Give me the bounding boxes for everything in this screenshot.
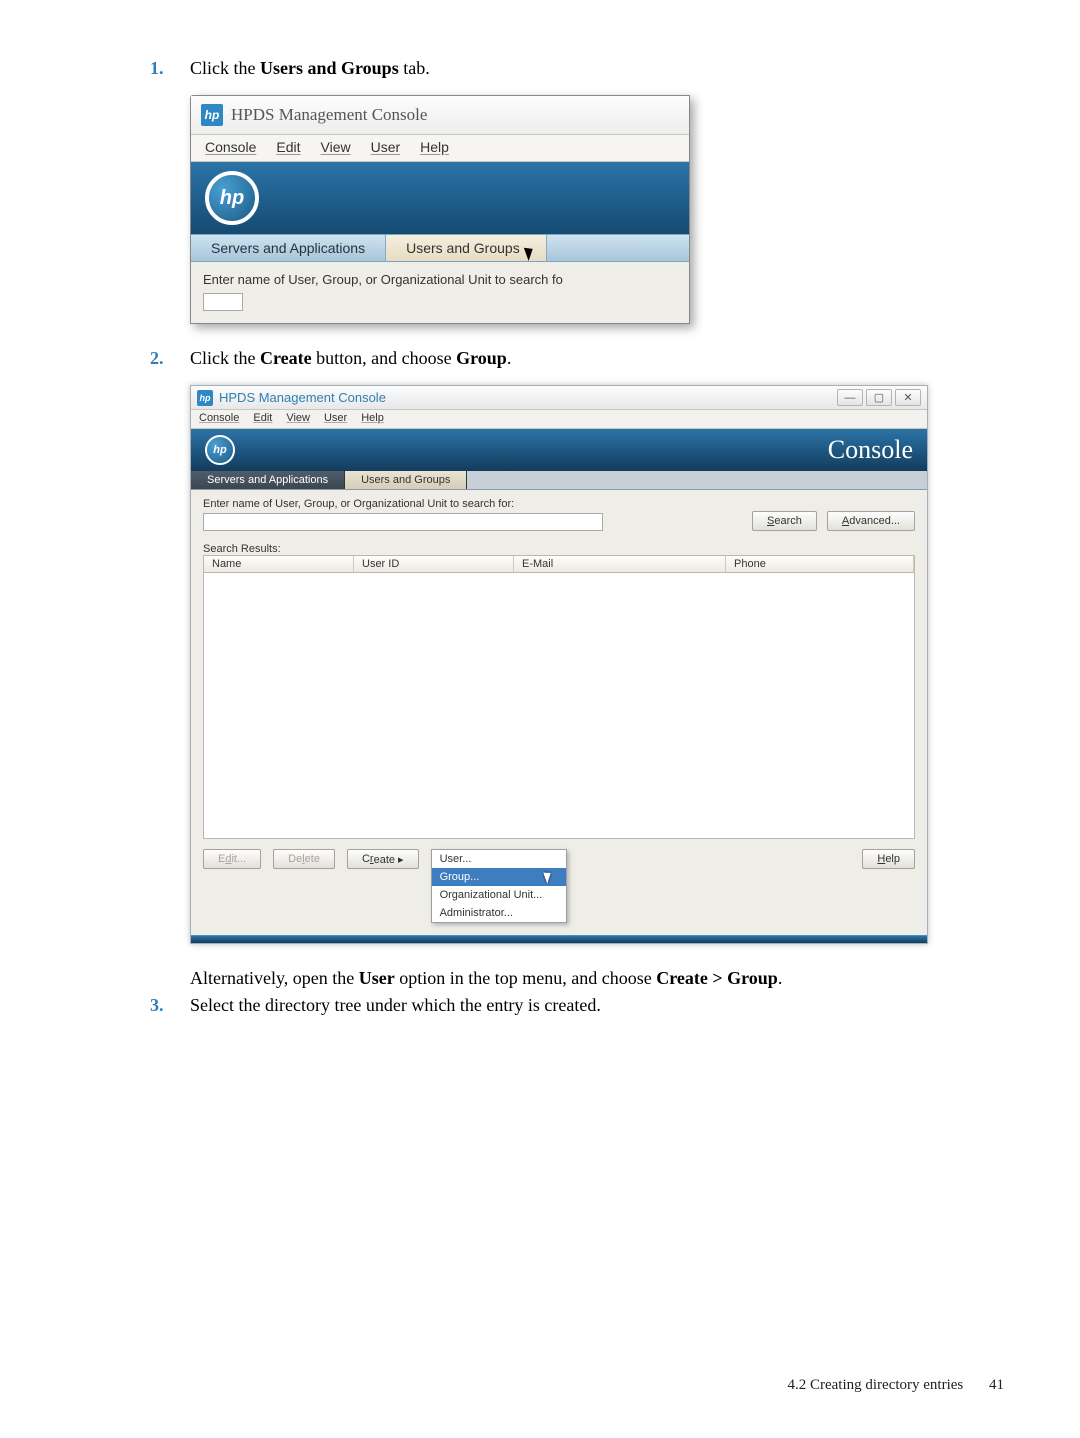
footer-page: 41 — [989, 1377, 1004, 1393]
edit-button: Edit...Edit... — [203, 849, 261, 869]
hp-circle-icon: hp — [205, 171, 259, 225]
ss1-titlebar: hp HPDS Management Console — [191, 96, 689, 135]
ss1-search-area: Enter name of User, Group, or Organizati… — [191, 262, 689, 323]
footer-section: 4.2 Creating directory entries — [787, 1377, 963, 1393]
search-row: Enter name of User, Group, or Organizati… — [203, 498, 915, 531]
menu-help[interactable]: Help — [420, 139, 449, 155]
ss1-search-input[interactable] — [203, 293, 243, 311]
alt-b1: User — [359, 968, 395, 988]
page-footer: 4.2 Creating directory entries 41 — [787, 1377, 1004, 1394]
step-2-alt: Alternatively, open the User option in t… — [190, 968, 1080, 989]
ss2-menubar: Console Edit View User Help — [191, 410, 927, 429]
banner-title: Console — [828, 435, 913, 465]
alt-mid: option in the top menu, and choose — [395, 968, 656, 988]
tab-servers[interactable]: Servers and Applications — [191, 235, 386, 261]
bottom-divider — [191, 935, 927, 943]
menu-help[interactable]: Help — [361, 412, 384, 424]
step-3-number: 3. — [150, 995, 186, 1016]
menu-item-group[interactable]: Group... — [432, 868, 566, 886]
ss1-title: HPDS Management Console — [231, 105, 427, 125]
tab-users-label: Users and Groups — [406, 240, 520, 256]
step-2-bold2: Group — [456, 348, 507, 368]
hp-circle-icon: hp — [205, 435, 235, 465]
results-header: Name User ID E-Mail Phone — [203, 555, 915, 573]
create-menu: User... Group... Organizational Unit... … — [431, 849, 567, 923]
step-2-pre: Click the — [190, 348, 260, 368]
menu-view[interactable]: View — [321, 139, 351, 155]
menu-item-ou[interactable]: Organizational Unit... — [432, 886, 566, 904]
alt-post: . — [778, 968, 783, 988]
minimize-button[interactable]: — — [837, 389, 863, 406]
menu-console[interactable]: Console — [199, 412, 239, 424]
menu-item-user[interactable]: User... — [432, 850, 566, 868]
alt-pre: Alternatively, open the — [190, 968, 359, 988]
step-2-post: . — [507, 348, 512, 368]
hp-logo-icon: hp — [201, 104, 223, 126]
maximize-button[interactable]: ▢ — [866, 389, 892, 406]
create-button[interactable]: Create ▸Create — [347, 849, 419, 869]
ss1-menubar: Console Edit View User Help — [191, 135, 689, 162]
step-1-text: Click the Users and Groups tab. — [190, 58, 430, 78]
menu-edit[interactable]: Edit — [253, 412, 272, 424]
ss2-titlebar: hp HPDS Management Console — ▢ ✕ — [191, 386, 927, 410]
tab-users-groups[interactable]: Users and Groups — [386, 235, 547, 261]
search-results-label: Search Results: — [203, 543, 281, 555]
ss2-search-label: Enter name of User, Group, or Organizati… — [203, 498, 514, 510]
step-1-pre: Click the — [190, 58, 260, 78]
menu-item-admin[interactable]: Administrator... — [432, 904, 566, 922]
close-button[interactable]: ✕ — [895, 389, 921, 406]
tab-servers[interactable]: Servers and Applications — [191, 471, 345, 489]
col-name[interactable]: Name — [204, 556, 354, 572]
step-2-number: 2. — [150, 348, 186, 369]
menu-view[interactable]: View — [286, 412, 310, 424]
screenshot-2: hp HPDS Management Console — ▢ ✕ Console… — [190, 385, 928, 944]
alt-b2: Create > Group — [656, 968, 778, 988]
ss1-search-label: Enter name of User, Group, or Organizati… — [203, 272, 563, 287]
help-button[interactable]: HelpHelp — [862, 849, 915, 869]
step-2: 2. Click the Create button, and choose G… — [150, 348, 1080, 369]
hp-logo-icon: hp — [197, 390, 213, 406]
menu-console[interactable]: Console — [205, 139, 256, 155]
bottom-toolbar: Edit...Edit... DeleteDelete Create ▸Crea… — [203, 849, 915, 923]
step-2-mid: button, and choose — [312, 348, 456, 368]
step-1-number: 1. — [150, 58, 186, 79]
menu-edit[interactable]: Edit — [276, 139, 300, 155]
step-2-bold1: Create — [260, 348, 312, 368]
ss2-search-input[interactable] — [203, 513, 603, 531]
col-userid[interactable]: User ID — [354, 556, 514, 572]
results-body — [203, 573, 915, 839]
search-button[interactable]: SSearchearch — [752, 511, 817, 531]
step-1: 1. Click the Users and Groups tab. — [150, 58, 1080, 79]
ss2-banner: hp Console — [191, 429, 927, 471]
delete-button: DeleteDelete — [273, 849, 335, 869]
window-buttons: — ▢ ✕ — [837, 389, 921, 406]
advanced-button[interactable]: Advanced...Advanced... — [827, 511, 915, 531]
step-3: 3. Select the directory tree under which… — [150, 995, 1080, 1016]
menu-user[interactable]: User — [324, 412, 347, 424]
step-2-text: Click the Create button, and choose Grou… — [190, 348, 511, 368]
screenshot-1: hp HPDS Management Console Console Edit … — [190, 95, 690, 324]
ss1-tabs: Servers and Applications Users and Group… — [191, 234, 689, 262]
step-1-post: tab. — [399, 58, 430, 78]
tab-users-groups[interactable]: Users and Groups — [345, 471, 467, 489]
ss2-tabs: Servers and Applications Users and Group… — [191, 471, 927, 490]
menu-user[interactable]: User — [371, 139, 401, 155]
step-1-bold: Users and Groups — [260, 58, 399, 78]
col-phone[interactable]: Phone — [726, 556, 914, 572]
col-email[interactable]: E-Mail — [514, 556, 726, 572]
step-3-text: Select the directory tree under which th… — [190, 995, 601, 1015]
ss2-title: HPDS Management Console — [219, 390, 386, 405]
ss1-banner: hp — [191, 162, 689, 234]
